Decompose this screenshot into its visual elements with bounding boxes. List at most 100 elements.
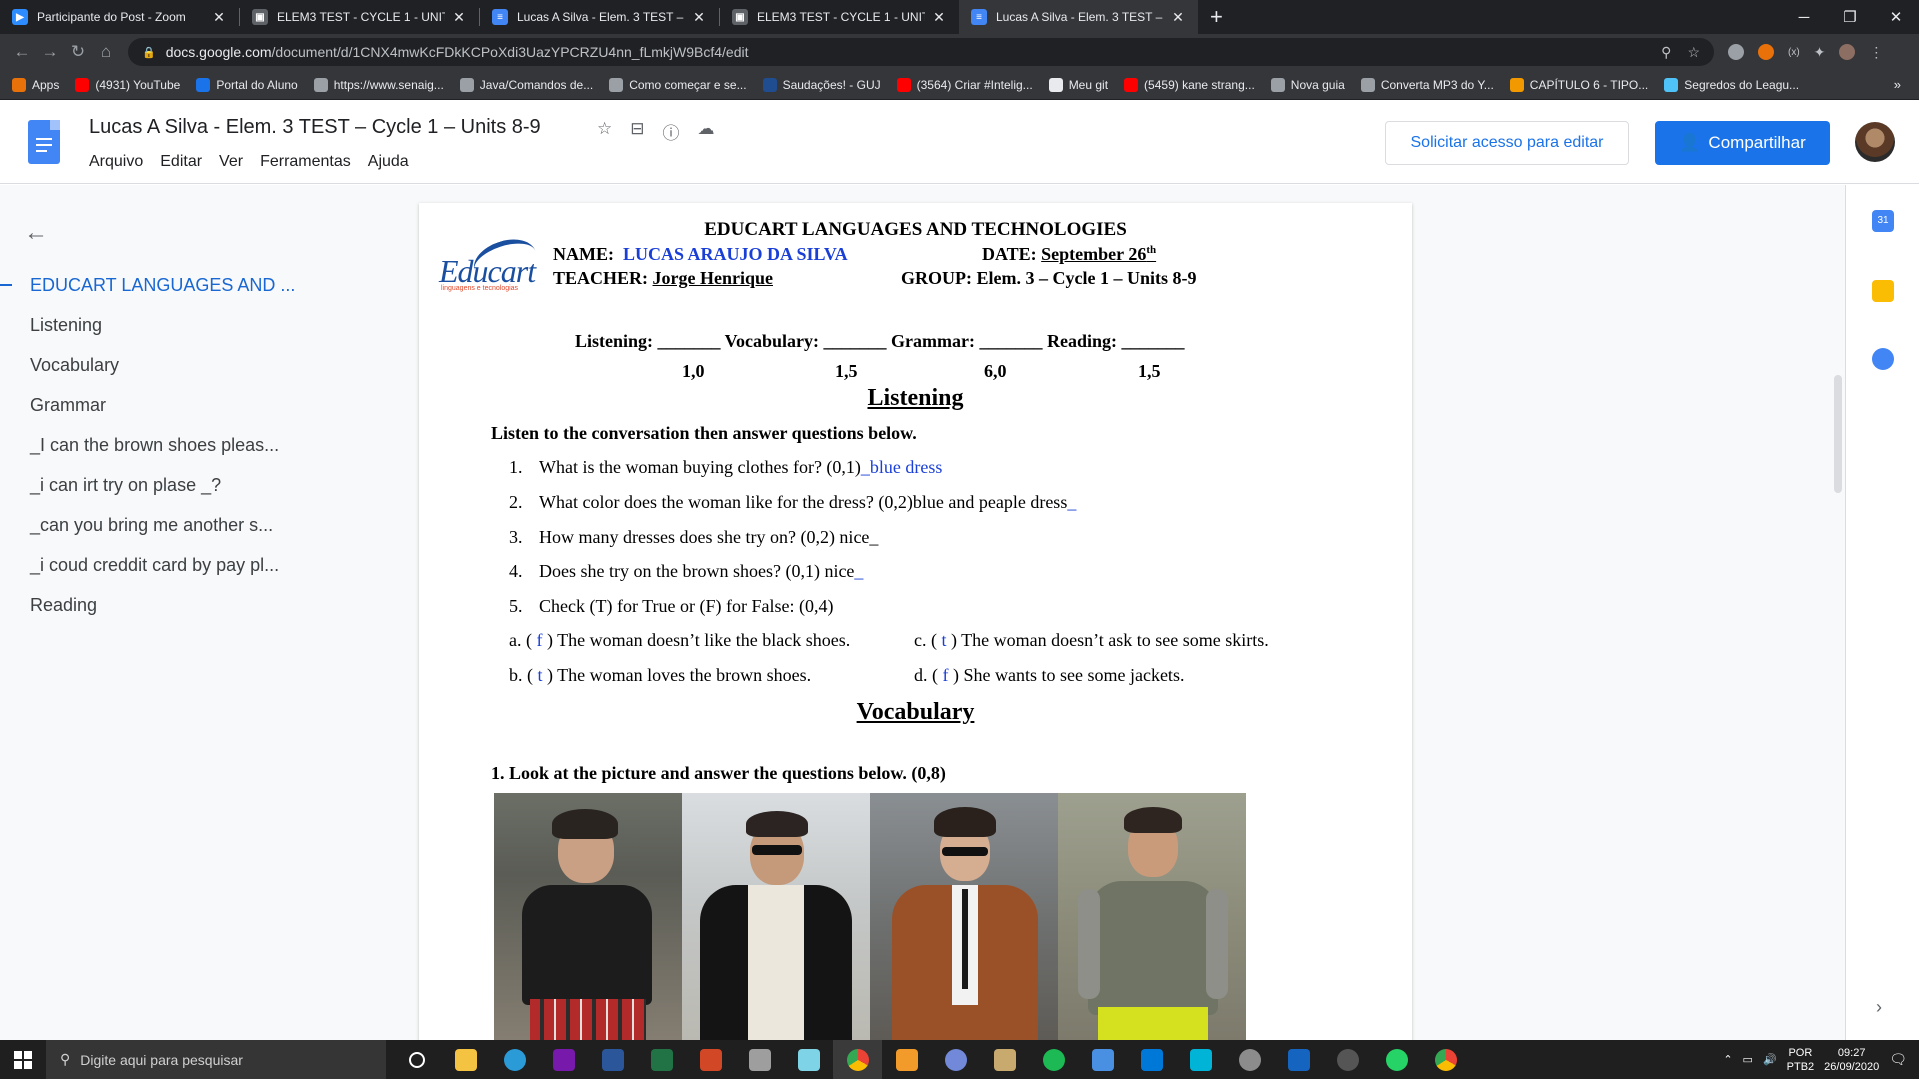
request-edit-access-button[interactable]: Solicitar acesso para editar [1385, 121, 1629, 165]
bookmark-item[interactable]: (5459) kane strang... [1124, 77, 1255, 92]
info-icon[interactable]: ⓘ [663, 119, 680, 144]
chrome-icon[interactable] [833, 1040, 882, 1079]
close-tab-icon[interactable]: ✕ [931, 9, 947, 26]
browser-tab[interactable]: ▣ ELEM3 TEST - CYCLE 1 - UNITS 8 ✕ [240, 0, 479, 34]
vertical-scrollbar[interactable] [1834, 375, 1842, 493]
new-tab-button[interactable]: + [1198, 4, 1235, 30]
more-bookmarks-icon[interactable]: » [1894, 77, 1901, 92]
input-language[interactable]: POR PTB2 [1787, 1046, 1815, 1074]
windows-start-icon[interactable] [0, 1040, 46, 1079]
puzzle-icon[interactable]: ✦ [1814, 44, 1826, 61]
tray-chevron-icon[interactable]: ⌃ [1723, 1053, 1732, 1066]
lock-icon[interactable]: 🔒 [142, 46, 156, 59]
taskbar-search-box[interactable]: ⚲ Digite aqui para pesquisar [46, 1040, 386, 1079]
excel-icon[interactable] [637, 1040, 686, 1079]
outline-item[interactable]: EDUCART LANGUAGES AND ... [0, 265, 410, 305]
restore-icon[interactable]: ❐ [1827, 0, 1873, 34]
outline-item[interactable]: _can you bring me another s... [0, 505, 410, 545]
bookmark-item[interactable]: Portal do Aluno [196, 77, 298, 92]
calendar-icon[interactable]: 31 [1872, 210, 1894, 232]
document-page[interactable]: EDUCART LANGUAGES AND TECHNOLOGIES Educa… [419, 203, 1412, 1063]
onenote-icon[interactable] [539, 1040, 588, 1079]
browser-tab[interactable]: ▶ Participante do Post - Zoom ✕ [0, 0, 239, 34]
close-tab-icon[interactable]: ✕ [691, 9, 707, 26]
expand-panel-chevron-icon[interactable]: › [1876, 997, 1882, 1018]
photos-icon[interactable] [735, 1040, 784, 1079]
media-player-icon[interactable] [882, 1040, 931, 1079]
outline-item[interactable]: Reading [0, 585, 410, 625]
clock[interactable]: 09:27 26/09/2020 [1824, 1046, 1879, 1074]
bookmark-item[interactable]: (4931) YouTube [75, 77, 180, 92]
browser-tab[interactable]: ≡ Lucas A Silva - Elem. 3 TEST – Cy ✕ [480, 0, 719, 34]
screenshot-tool-icon[interactable] [1176, 1040, 1225, 1079]
browser-tab[interactable]: ▣ ELEM3 TEST - CYCLE 1 - UNITS 8 ✕ [720, 0, 959, 34]
bookmark-item[interactable]: Meu git [1048, 77, 1108, 92]
extension-icon[interactable]: (x) [1788, 47, 1800, 58]
close-outline-arrow-icon[interactable]: ← [24, 219, 48, 247]
bookmark-item[interactable]: Converta MP3 do Y... [1360, 77, 1494, 92]
bookmark-item[interactable]: CAPÍTULO 6 - TIPO... [1509, 77, 1648, 92]
edge-icon[interactable] [490, 1040, 539, 1079]
outline-item[interactable]: Listening [0, 305, 410, 345]
league-client-icon[interactable] [980, 1040, 1029, 1079]
outline-item[interactable]: _i coud creddit card by pay pl... [0, 545, 410, 585]
address-bar[interactable]: 🔒 docs.google.com/document/d/1CNX4mwKcFD… [128, 38, 1714, 66]
bookmark-item[interactable]: Como começar e se... [609, 77, 747, 92]
outline-item[interactable]: _i can irt try on plase _? [0, 465, 410, 505]
close-window-icon[interactable]: ✕ [1873, 0, 1919, 34]
bookmark-item[interactable]: (3564) Criar #Intelig... [896, 77, 1033, 92]
more-menu-icon[interactable]: ⋮ [1869, 44, 1883, 61]
obs-icon[interactable] [1323, 1040, 1372, 1079]
spotify-icon[interactable] [1029, 1040, 1078, 1079]
accessibility-icon[interactable] [1274, 1040, 1323, 1079]
file-explorer-icon[interactable] [441, 1040, 490, 1079]
home-icon[interactable]: ⌂ [92, 42, 120, 62]
menu-item[interactable]: Editar [160, 153, 202, 171]
back-icon[interactable]: ← [8, 42, 36, 62]
network-icon[interactable]: ▭ [1743, 1053, 1753, 1066]
task-view-icon[interactable] [392, 1040, 441, 1079]
tasks-icon[interactable] [1872, 348, 1894, 370]
share-button[interactable]: 👤 Compartilhar [1655, 121, 1830, 165]
bookmark-item[interactable]: https://www.senaig... [313, 77, 444, 92]
browser-tab-active[interactable]: ≡ Lucas A Silva - Elem. 3 TEST – Cy ✕ [959, 0, 1198, 34]
menu-item[interactable]: Ferramentas [260, 153, 351, 171]
cloud-status-icon[interactable]: ☁ [698, 119, 715, 144]
outline-item[interactable]: _I can the brown shoes pleas... [0, 425, 410, 465]
menu-item[interactable]: Arquivo [89, 153, 143, 171]
notifications-icon[interactable]: 🗨 [1889, 1051, 1907, 1068]
bookmark-item[interactable]: Segredos do Leagu... [1664, 77, 1799, 92]
whatsapp-icon[interactable] [1372, 1040, 1421, 1079]
profile-avatar-icon[interactable] [1839, 44, 1856, 60]
outline-item[interactable]: Vocabulary [0, 345, 410, 385]
powerpoint-icon[interactable] [686, 1040, 735, 1079]
keep-icon[interactable] [1872, 280, 1894, 302]
reload-icon[interactable]: ↻ [64, 42, 92, 62]
docs-logo-icon[interactable] [28, 120, 60, 164]
cube-app-icon[interactable] [1078, 1040, 1127, 1079]
volume-icon[interactable]: 🔊 [1763, 1053, 1777, 1066]
bookmark-star-icon[interactable]: ☆ [1687, 44, 1700, 61]
star-icon[interactable]: ☆ [597, 119, 612, 144]
discord-icon[interactable] [931, 1040, 980, 1079]
menu-item[interactable]: Ver [219, 153, 243, 171]
bookmark-item[interactable]: Nova guia [1270, 77, 1345, 92]
bookmark-item[interactable]: Apps [12, 77, 59, 92]
forward-icon[interactable]: → [36, 42, 64, 62]
zoom-lens-icon[interactable]: ⚲ [1661, 44, 1671, 61]
bookmark-item[interactable]: Java/Comandos de... [459, 77, 593, 92]
menu-item[interactable]: Ajuda [368, 153, 409, 171]
close-tab-icon[interactable]: ✕ [1170, 9, 1186, 26]
bookmark-item[interactable]: Saudações! - GUJ [762, 77, 881, 92]
vscode-icon[interactable] [1127, 1040, 1176, 1079]
account-avatar[interactable] [1855, 122, 1895, 162]
chrome-icon[interactable] [1421, 1040, 1470, 1079]
minimize-icon[interactable]: ─ [1781, 0, 1827, 34]
document-title[interactable]: Lucas A Silva - Elem. 3 TEST – Cycle 1 –… [89, 116, 541, 139]
extension-icon[interactable] [1728, 44, 1744, 60]
move-folder-icon[interactable]: ⊟ [630, 119, 644, 144]
outline-item[interactable]: Grammar [0, 385, 410, 425]
extension-icon[interactable] [1758, 44, 1774, 60]
notes-app-icon[interactable] [784, 1040, 833, 1079]
satellite-app-icon[interactable] [1225, 1040, 1274, 1079]
